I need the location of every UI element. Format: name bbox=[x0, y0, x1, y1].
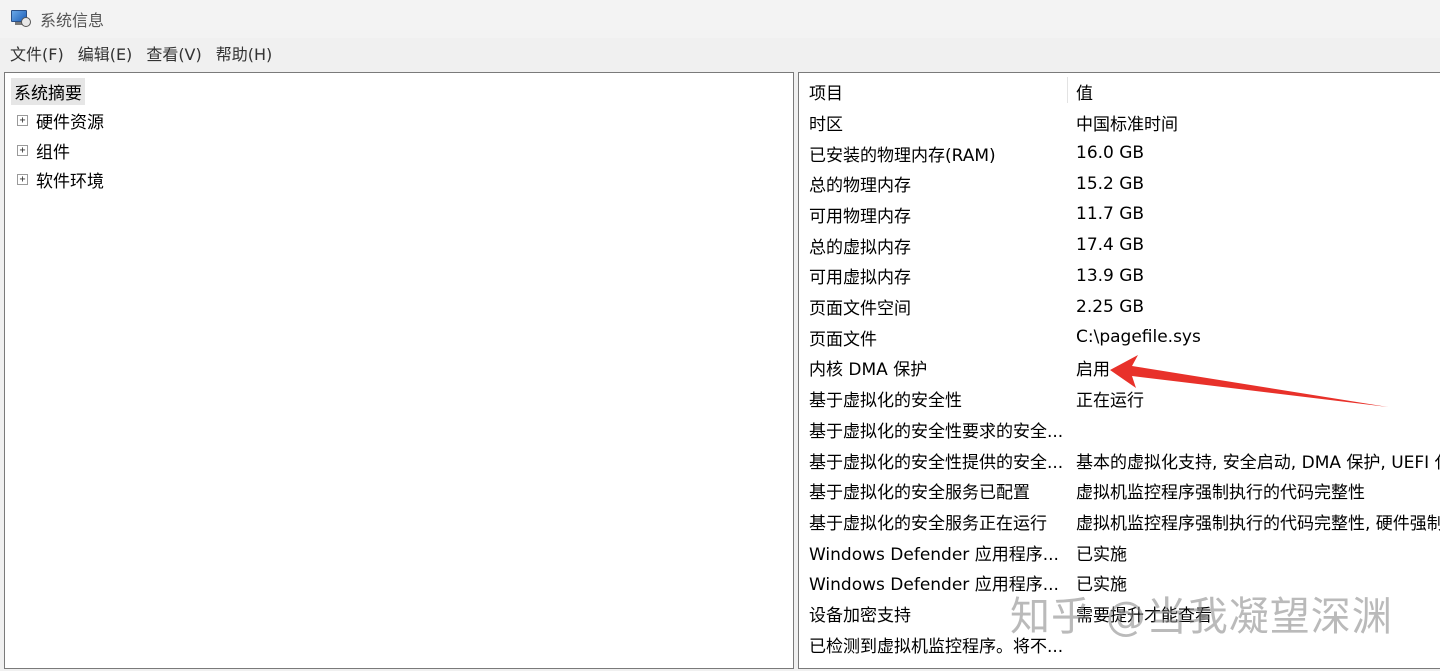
table-row[interactable]: 基于虚拟化的安全性提供的安全... 基本的虚拟化支持, 安全启动, DMA 保护,… bbox=[799, 445, 1440, 476]
table-row[interactable]: 基于虚拟化的安全服务已配置 虚拟机监控程序强制执行的代码完整性 bbox=[799, 475, 1440, 506]
table-row[interactable]: Windows Defender 应用程序... 已实施 bbox=[799, 537, 1440, 568]
cell-item: 基于虚拟化的安全服务正在运行 bbox=[809, 513, 1047, 534]
menu-edit[interactable]: 编辑(E) bbox=[72, 38, 139, 68]
tree-item-hardware-resources[interactable]: + 硬件资源 bbox=[17, 108, 104, 133]
menu-file[interactable]: 文件(F) bbox=[4, 38, 70, 68]
column-header-value[interactable]: 值 bbox=[1076, 79, 1093, 104]
menu-help[interactable]: 帮助(H) bbox=[210, 38, 279, 68]
title-bar: 系统信息 bbox=[0, 0, 1440, 38]
table-header: 项目 值 bbox=[799, 76, 1440, 107]
tree-item-software-environment[interactable]: + 软件环境 bbox=[17, 167, 104, 192]
table-row[interactable]: 时区 中国标准时间 bbox=[799, 107, 1440, 138]
cell-value: 17.4 GB bbox=[1076, 235, 1145, 256]
tree-item-components[interactable]: + 组件 bbox=[17, 138, 70, 163]
cell-value: 15.2 GB bbox=[1076, 173, 1145, 194]
menu-view[interactable]: 查看(V) bbox=[140, 38, 207, 68]
cell-value: 虚拟机监控程序强制执行的代码完整性 bbox=[1076, 483, 1365, 504]
expand-icon[interactable]: + bbox=[17, 174, 28, 185]
table-row[interactable]: 可用虚拟内存 13.9 GB bbox=[799, 261, 1440, 292]
cell-value: 启用 bbox=[1076, 360, 1110, 381]
table-row[interactable]: 已安装的物理内存(RAM) 16.0 GB bbox=[799, 138, 1440, 169]
cell-item: 基于虚拟化的安全性要求的安全... bbox=[809, 421, 1064, 442]
table-row[interactable]: 页面文件 C:\pagefile.sys bbox=[799, 322, 1440, 353]
cell-item: 页面文件空间 bbox=[809, 299, 911, 320]
expand-icon[interactable]: + bbox=[17, 115, 28, 126]
cell-value: 13.9 GB bbox=[1076, 265, 1145, 286]
expand-icon[interactable]: + bbox=[17, 145, 28, 156]
cell-item: 可用物理内存 bbox=[809, 206, 911, 227]
menu-bar: 文件(F) 编辑(E) 查看(V) 帮助(H) bbox=[0, 38, 1440, 68]
column-divider[interactable] bbox=[1067, 77, 1068, 103]
cell-value: 正在运行 bbox=[1076, 391, 1144, 412]
table-row[interactable]: 内核 DMA 保护 启用 bbox=[799, 353, 1440, 384]
cell-value: 2.25 GB bbox=[1076, 296, 1145, 317]
tree-item-label: 硬件资源 bbox=[36, 113, 104, 133]
tree-item-system-summary[interactable]: 系统摘要 bbox=[11, 78, 85, 105]
cell-value: 已实施 bbox=[1076, 544, 1127, 565]
table-row[interactable]: 基于虚拟化的安全性要求的安全... bbox=[799, 414, 1440, 445]
cell-item: 可用虚拟内存 bbox=[809, 268, 911, 289]
cell-item: 内核 DMA 保护 bbox=[809, 360, 928, 381]
table-row[interactable]: 页面文件空间 2.25 GB bbox=[799, 291, 1440, 322]
cell-item: Windows Defender 应用程序... bbox=[809, 544, 1059, 565]
tree-item-label: 软件环境 bbox=[36, 172, 104, 192]
table-row[interactable]: 可用物理内存 11.7 GB bbox=[799, 199, 1440, 230]
cell-value: 11.7 GB bbox=[1076, 204, 1145, 225]
cell-value: 16.0 GB bbox=[1076, 143, 1145, 164]
details-table[interactable]: 项目 值 时区 中国标准时间已安装的物理内存(RAM) 16.0 GB 总的物理内存 1… bbox=[798, 72, 1440, 669]
cell-value: 中国标准时间 bbox=[1076, 114, 1178, 135]
system-info-icon bbox=[10, 8, 32, 30]
table-row[interactable]: 基于虚拟化的安全性 正在运行 bbox=[799, 383, 1440, 414]
cell-item: 总的虚拟内存 bbox=[809, 237, 911, 258]
cell-item: 基于虚拟化的安全性 bbox=[809, 391, 962, 412]
tree-item-label: 组件 bbox=[36, 143, 70, 163]
table-row[interactable]: 基于虚拟化的安全服务正在运行 虚拟机监控程序强制执行的代码完整性, 硬件强制 bbox=[799, 506, 1440, 537]
watermark: 知乎 @当我凝望深渊 bbox=[1010, 594, 1393, 640]
table-row[interactable]: 总的虚拟内存 17.4 GB bbox=[799, 230, 1440, 261]
cell-item: 总的物理内存 bbox=[809, 176, 911, 197]
window-title: 系统信息 bbox=[40, 11, 105, 30]
cell-item: 时区 bbox=[809, 114, 843, 135]
column-header-item[interactable]: 项目 bbox=[809, 79, 1065, 104]
cell-item: 页面文件 bbox=[809, 329, 877, 350]
cell-value: 虚拟机监控程序强制执行的代码完整性, 硬件强制 bbox=[1076, 513, 1440, 534]
cell-value: 基本的虚拟化支持, 安全启动, DMA 保护, UEFI 代 bbox=[1076, 452, 1440, 473]
table-row[interactable]: 总的物理内存 15.2 GB bbox=[799, 168, 1440, 199]
cell-item: 基于虚拟化的安全性提供的安全... bbox=[809, 452, 1064, 473]
category-tree[interactable]: 系统摘要 + 硬件资源 + 组件 + 软件环境 bbox=[4, 72, 794, 669]
cell-item: 基于虚拟化的安全服务已配置 bbox=[809, 483, 1030, 504]
cell-value: C:\pagefile.sys bbox=[1076, 327, 1201, 348]
cell-item: 已安装的物理内存(RAM) bbox=[809, 145, 996, 166]
